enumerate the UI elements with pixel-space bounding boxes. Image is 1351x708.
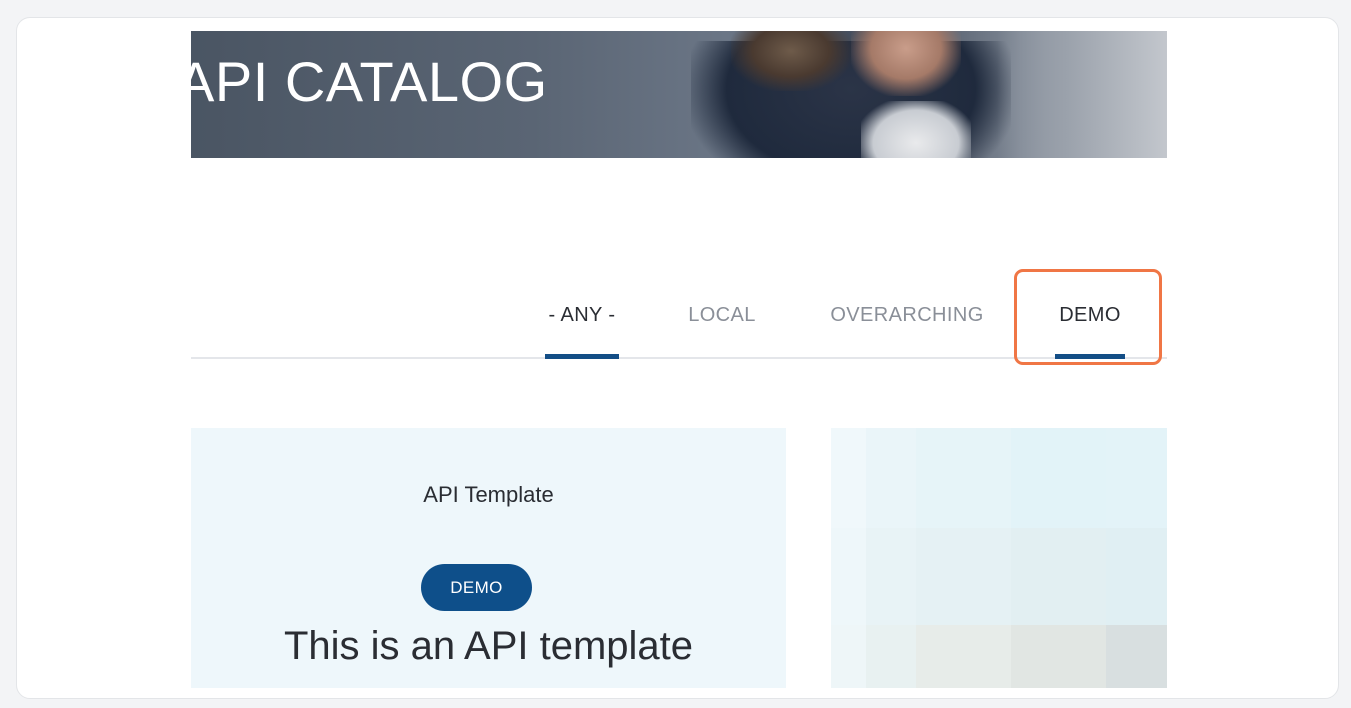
api-card[interactable]: API Template DEMO This is an API templat… [191, 428, 786, 688]
pixel-block [866, 428, 916, 528]
pixel-block [831, 528, 866, 625]
hero-image-background [997, 31, 1167, 158]
pixel-block [1106, 528, 1167, 625]
category-badge: DEMO [421, 564, 532, 611]
api-card-pixelated-image[interactable] [831, 428, 1167, 688]
hero-banner: API CATALOG [191, 31, 1167, 158]
tab-active-indicator [545, 354, 619, 359]
api-card-description: This is an API template [283, 624, 694, 668]
pixel-block [1011, 528, 1106, 625]
hero-image-shirt [861, 101, 971, 158]
pixel-block [1106, 625, 1167, 688]
pixel-block [916, 428, 1011, 528]
pixel-block [1011, 625, 1106, 688]
pixel-block [916, 528, 1011, 625]
pixel-block [866, 625, 916, 688]
tab-label: LOCAL [688, 304, 756, 326]
tab-local[interactable]: LOCAL [687, 303, 757, 359]
pixel-block [1106, 428, 1167, 528]
api-card-title: API Template [423, 482, 554, 507]
hero-image-hair [731, 31, 851, 91]
tab-any[interactable]: - ANY - [545, 303, 619, 359]
pixel-block [831, 625, 866, 688]
pixel-block [1011, 428, 1106, 528]
tab-label: OVERARCHING [830, 304, 984, 326]
demo-tab-highlight-box [1014, 269, 1162, 365]
pixel-block [831, 428, 866, 528]
page-title: API CATALOG [191, 50, 548, 113]
pixel-block [916, 625, 1011, 688]
tab-overarching[interactable]: OVERARCHING [825, 303, 989, 359]
hero-image-face [851, 31, 961, 96]
tab-label: - ANY - [548, 304, 616, 326]
pixel-block [866, 528, 916, 625]
